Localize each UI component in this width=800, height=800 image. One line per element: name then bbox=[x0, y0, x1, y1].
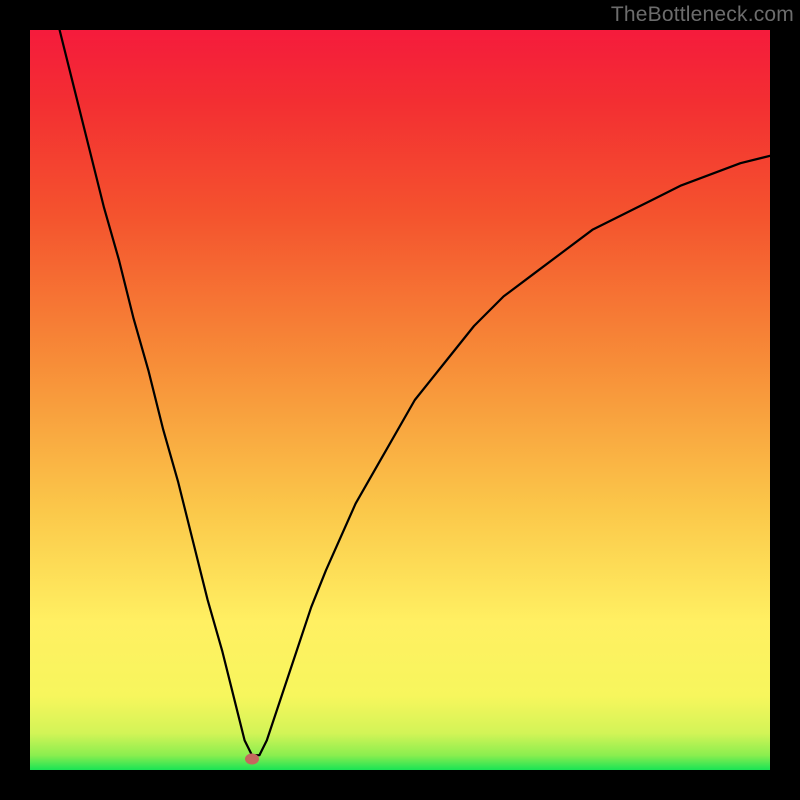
bottleneck-curve bbox=[60, 30, 770, 755]
curve-layer bbox=[30, 30, 770, 770]
chart-frame: TheBottleneck.com bbox=[0, 0, 800, 800]
minimum-marker-dot bbox=[245, 753, 259, 764]
plot-area bbox=[30, 30, 770, 770]
watermark-text: TheBottleneck.com bbox=[611, 3, 794, 27]
